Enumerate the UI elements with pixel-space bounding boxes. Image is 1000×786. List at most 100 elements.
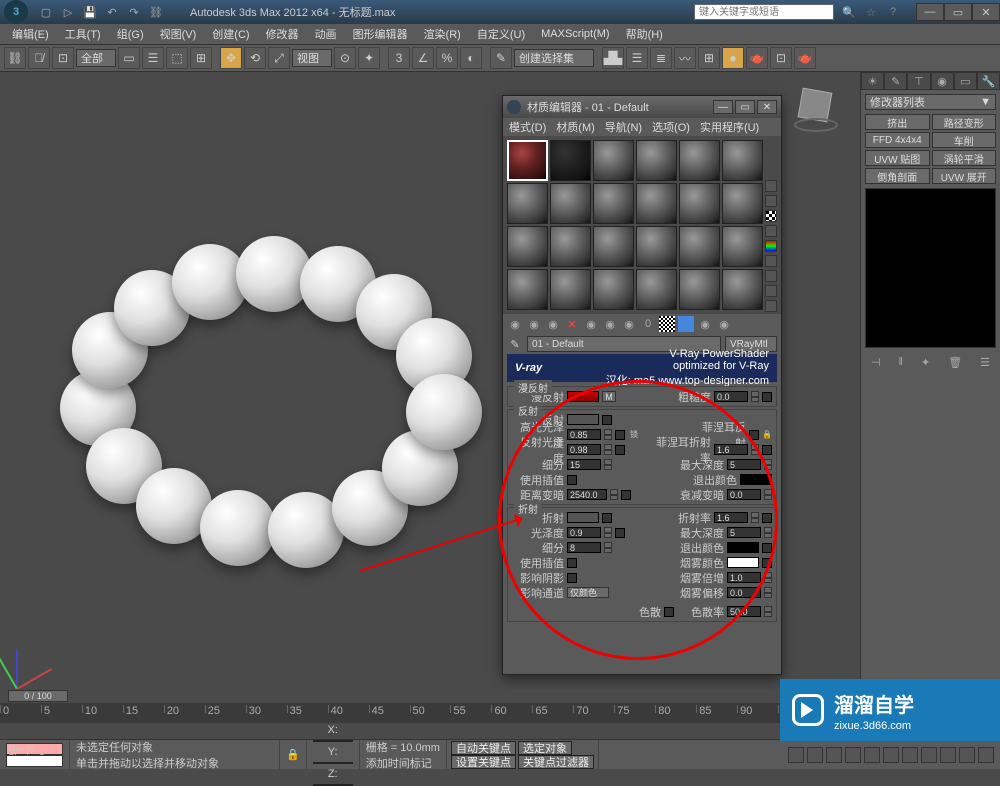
dimdist-checkbox[interactable]: [621, 490, 631, 500]
material-slot[interactable]: [550, 269, 591, 310]
rotate-tool[interactable]: ⟲: [244, 47, 266, 69]
refract-map-button[interactable]: [602, 513, 612, 523]
unlink-tool[interactable]: ⛓̸: [28, 47, 50, 69]
fresnel-ior-map-button[interactable]: [762, 445, 772, 455]
menu-animation[interactable]: 动画: [307, 26, 345, 42]
material-slot[interactable]: [722, 226, 763, 267]
material-slot[interactable]: [507, 140, 548, 181]
put-to-scene-icon[interactable]: ◉: [526, 316, 542, 332]
refract-exitcolor-swatch[interactable]: [727, 542, 759, 553]
redo-icon[interactable]: ↷: [126, 4, 142, 20]
maximize-viewport-icon[interactable]: [978, 747, 994, 763]
tab-motion[interactable]: ◉: [931, 72, 954, 90]
material-editor-tool[interactable]: ●: [722, 47, 744, 69]
menu-views[interactable]: 视图(V): [152, 26, 205, 42]
sample-uv-icon[interactable]: [765, 225, 777, 237]
btn-lathe[interactable]: 车削: [932, 132, 997, 148]
viewcube[interactable]: [800, 90, 840, 130]
me-menu-options[interactable]: 选项(O): [652, 119, 690, 135]
me-menu-utilities[interactable]: 实用程序(U): [700, 119, 759, 135]
dimdist-spinner[interactable]: 2540.0: [567, 489, 607, 500]
mat-id-icon[interactable]: 0: [640, 316, 656, 332]
refract-subdiv-spinner[interactable]: 8: [567, 542, 601, 553]
material-slot[interactable]: [679, 269, 720, 310]
diffuse-color-swatch[interactable]: [567, 391, 599, 402]
mirror-tool[interactable]: ▟▙: [602, 47, 624, 69]
me-titlebar[interactable]: 材质编辑器 - 01 - Default — ▭ ✕: [503, 96, 781, 118]
me-minimize-button[interactable]: —: [713, 100, 733, 114]
btn-bevelprofile[interactable]: 倒角剖面: [865, 168, 930, 184]
autokey-button[interactable]: 自动关键点: [451, 741, 516, 755]
lock-selection-icon[interactable]: 🔒: [286, 748, 300, 761]
fresnel-lock-icon[interactable]: 🔒: [762, 430, 772, 439]
orbit-icon[interactable]: [959, 747, 975, 763]
refract-maxdepth-spinner[interactable]: 5: [727, 527, 761, 538]
fogcolor-map-button[interactable]: [762, 558, 772, 568]
affect-channels-dropdown[interactable]: 仅颜色: [567, 587, 609, 598]
reflect-interp-checkbox[interactable]: [567, 475, 577, 485]
menu-grapheditors[interactable]: 图形编辑器: [345, 26, 416, 42]
refract-exitcolor-checkbox[interactable]: [762, 543, 772, 553]
x-coord-input[interactable]: [313, 740, 353, 742]
menu-rendering[interactable]: 渲染(R): [416, 26, 469, 42]
background-icon[interactable]: [765, 210, 777, 222]
get-material-icon[interactable]: ◉: [507, 316, 523, 332]
fresnel-checkbox[interactable]: [749, 430, 759, 440]
material-slot[interactable]: [722, 183, 763, 224]
minimize-button[interactable]: —: [916, 3, 944, 21]
setkey-button[interactable]: 设置关键点: [451, 755, 516, 769]
options-icon[interactable]: [765, 270, 777, 282]
layers-tool[interactable]: ≣: [650, 47, 672, 69]
snap-tool[interactable]: 3: [388, 47, 410, 69]
me-menu-modes[interactable]: 模式(D): [509, 119, 546, 135]
reset-map-icon[interactable]: ✕: [564, 316, 580, 332]
hilight-glossy-spinner[interactable]: 0.85: [567, 429, 601, 440]
tab-create[interactable]: ☀: [861, 72, 884, 90]
spinner-snap-tool[interactable]: ◐: [460, 47, 482, 69]
assign-icon[interactable]: ◉: [545, 316, 561, 332]
manip-tool[interactable]: ✦: [358, 47, 380, 69]
tab-hierarchy[interactable]: ⊤: [907, 72, 930, 90]
tab-display[interactable]: ▭: [954, 72, 977, 90]
material-slot[interactable]: [679, 140, 720, 181]
reflect-maxdepth-spinner[interactable]: 5: [727, 459, 761, 470]
menu-maxscript[interactable]: MAXScript(M): [533, 28, 617, 40]
me-menu-material[interactable]: 材质(M): [556, 119, 595, 135]
zoom-extents-icon[interactable]: [921, 747, 937, 763]
new-icon[interactable]: ▢: [38, 4, 54, 20]
open-icon[interactable]: ▷: [60, 4, 76, 20]
reflect-glossy-spinner[interactable]: 0.98: [567, 444, 601, 455]
modifier-list-dropdown[interactable]: 修改器列表▼: [865, 94, 996, 110]
named-sel-set[interactable]: 创建选择集: [514, 49, 594, 67]
material-slot[interactable]: [636, 183, 677, 224]
video-check-icon[interactable]: [765, 240, 777, 252]
dimfall-spinner[interactable]: 0.0: [727, 489, 761, 500]
btn-ffd[interactable]: FFD 4x4x4: [865, 132, 930, 148]
menu-modifiers[interactable]: 修改器: [258, 26, 307, 42]
time-ruler[interactable]: 0510 152025 303540 455055 606570 758085 …: [0, 703, 860, 723]
show-end-icon[interactable]: ‖: [899, 356, 904, 369]
percent-snap-tool[interactable]: %: [436, 47, 458, 69]
config-sets-icon[interactable]: ☰: [980, 356, 990, 369]
me-close-button[interactable]: ✕: [757, 100, 777, 114]
close-button[interactable]: ✕: [972, 3, 1000, 21]
favorite-icon[interactable]: ☆: [862, 4, 880, 20]
abbe-spinner[interactable]: 50.0: [727, 606, 761, 617]
pivot-tool[interactable]: ⊙: [334, 47, 356, 69]
material-slot[interactable]: [722, 140, 763, 181]
refract-interp-checkbox[interactable]: [567, 558, 577, 568]
refract-ior-spinner[interactable]: 1.6: [714, 512, 748, 523]
dispersion-checkbox[interactable]: [664, 607, 674, 617]
move-tool[interactable]: ✥: [220, 47, 242, 69]
goto-end-icon[interactable]: [864, 747, 880, 763]
reflect-subdiv-spinner[interactable]: 15: [567, 459, 601, 470]
selection-filter[interactable]: 全部: [76, 49, 116, 67]
material-slot[interactable]: [593, 140, 634, 181]
maximize-button[interactable]: ▭: [944, 3, 972, 21]
menu-edit[interactable]: 编辑(E): [4, 26, 57, 42]
link-icon[interactable]: ⛓: [148, 4, 164, 20]
material-slot[interactable]: [507, 226, 548, 267]
maxscript-listener[interactable]: Max to Physics C: [0, 740, 70, 769]
material-slot[interactable]: [636, 269, 677, 310]
time-config-icon[interactable]: [883, 747, 899, 763]
